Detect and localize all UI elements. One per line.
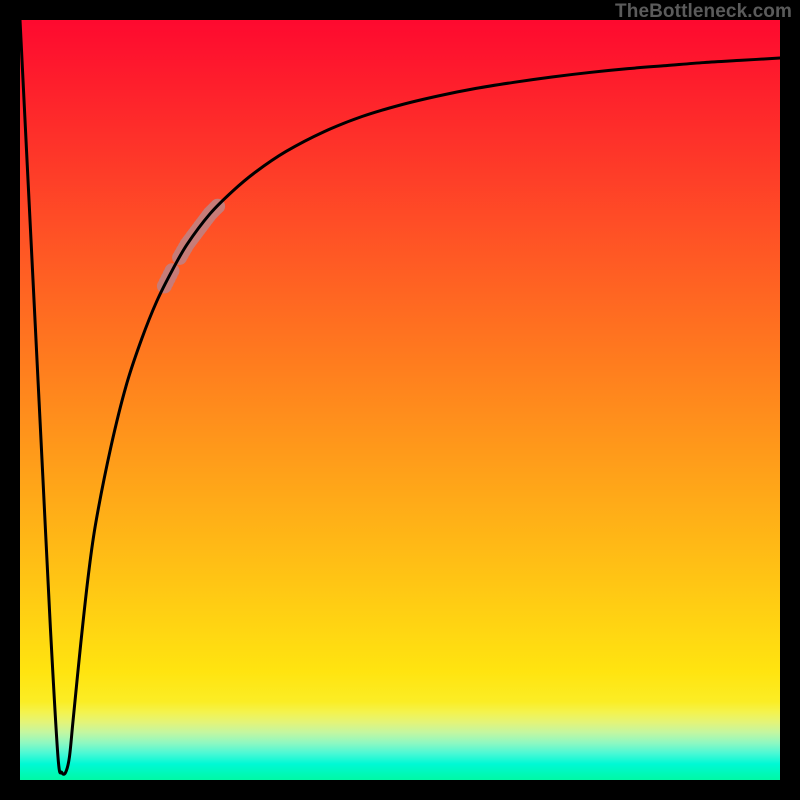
frame-left [0,0,20,800]
plot-area [20,20,780,780]
chart-stage: TheBottleneck.com [0,0,800,800]
frame-bottom [0,780,800,800]
chart-svg [20,20,780,780]
gradient-background [20,20,780,780]
frame-right [780,0,800,800]
watermark-text: TheBottleneck.com [615,1,792,23]
